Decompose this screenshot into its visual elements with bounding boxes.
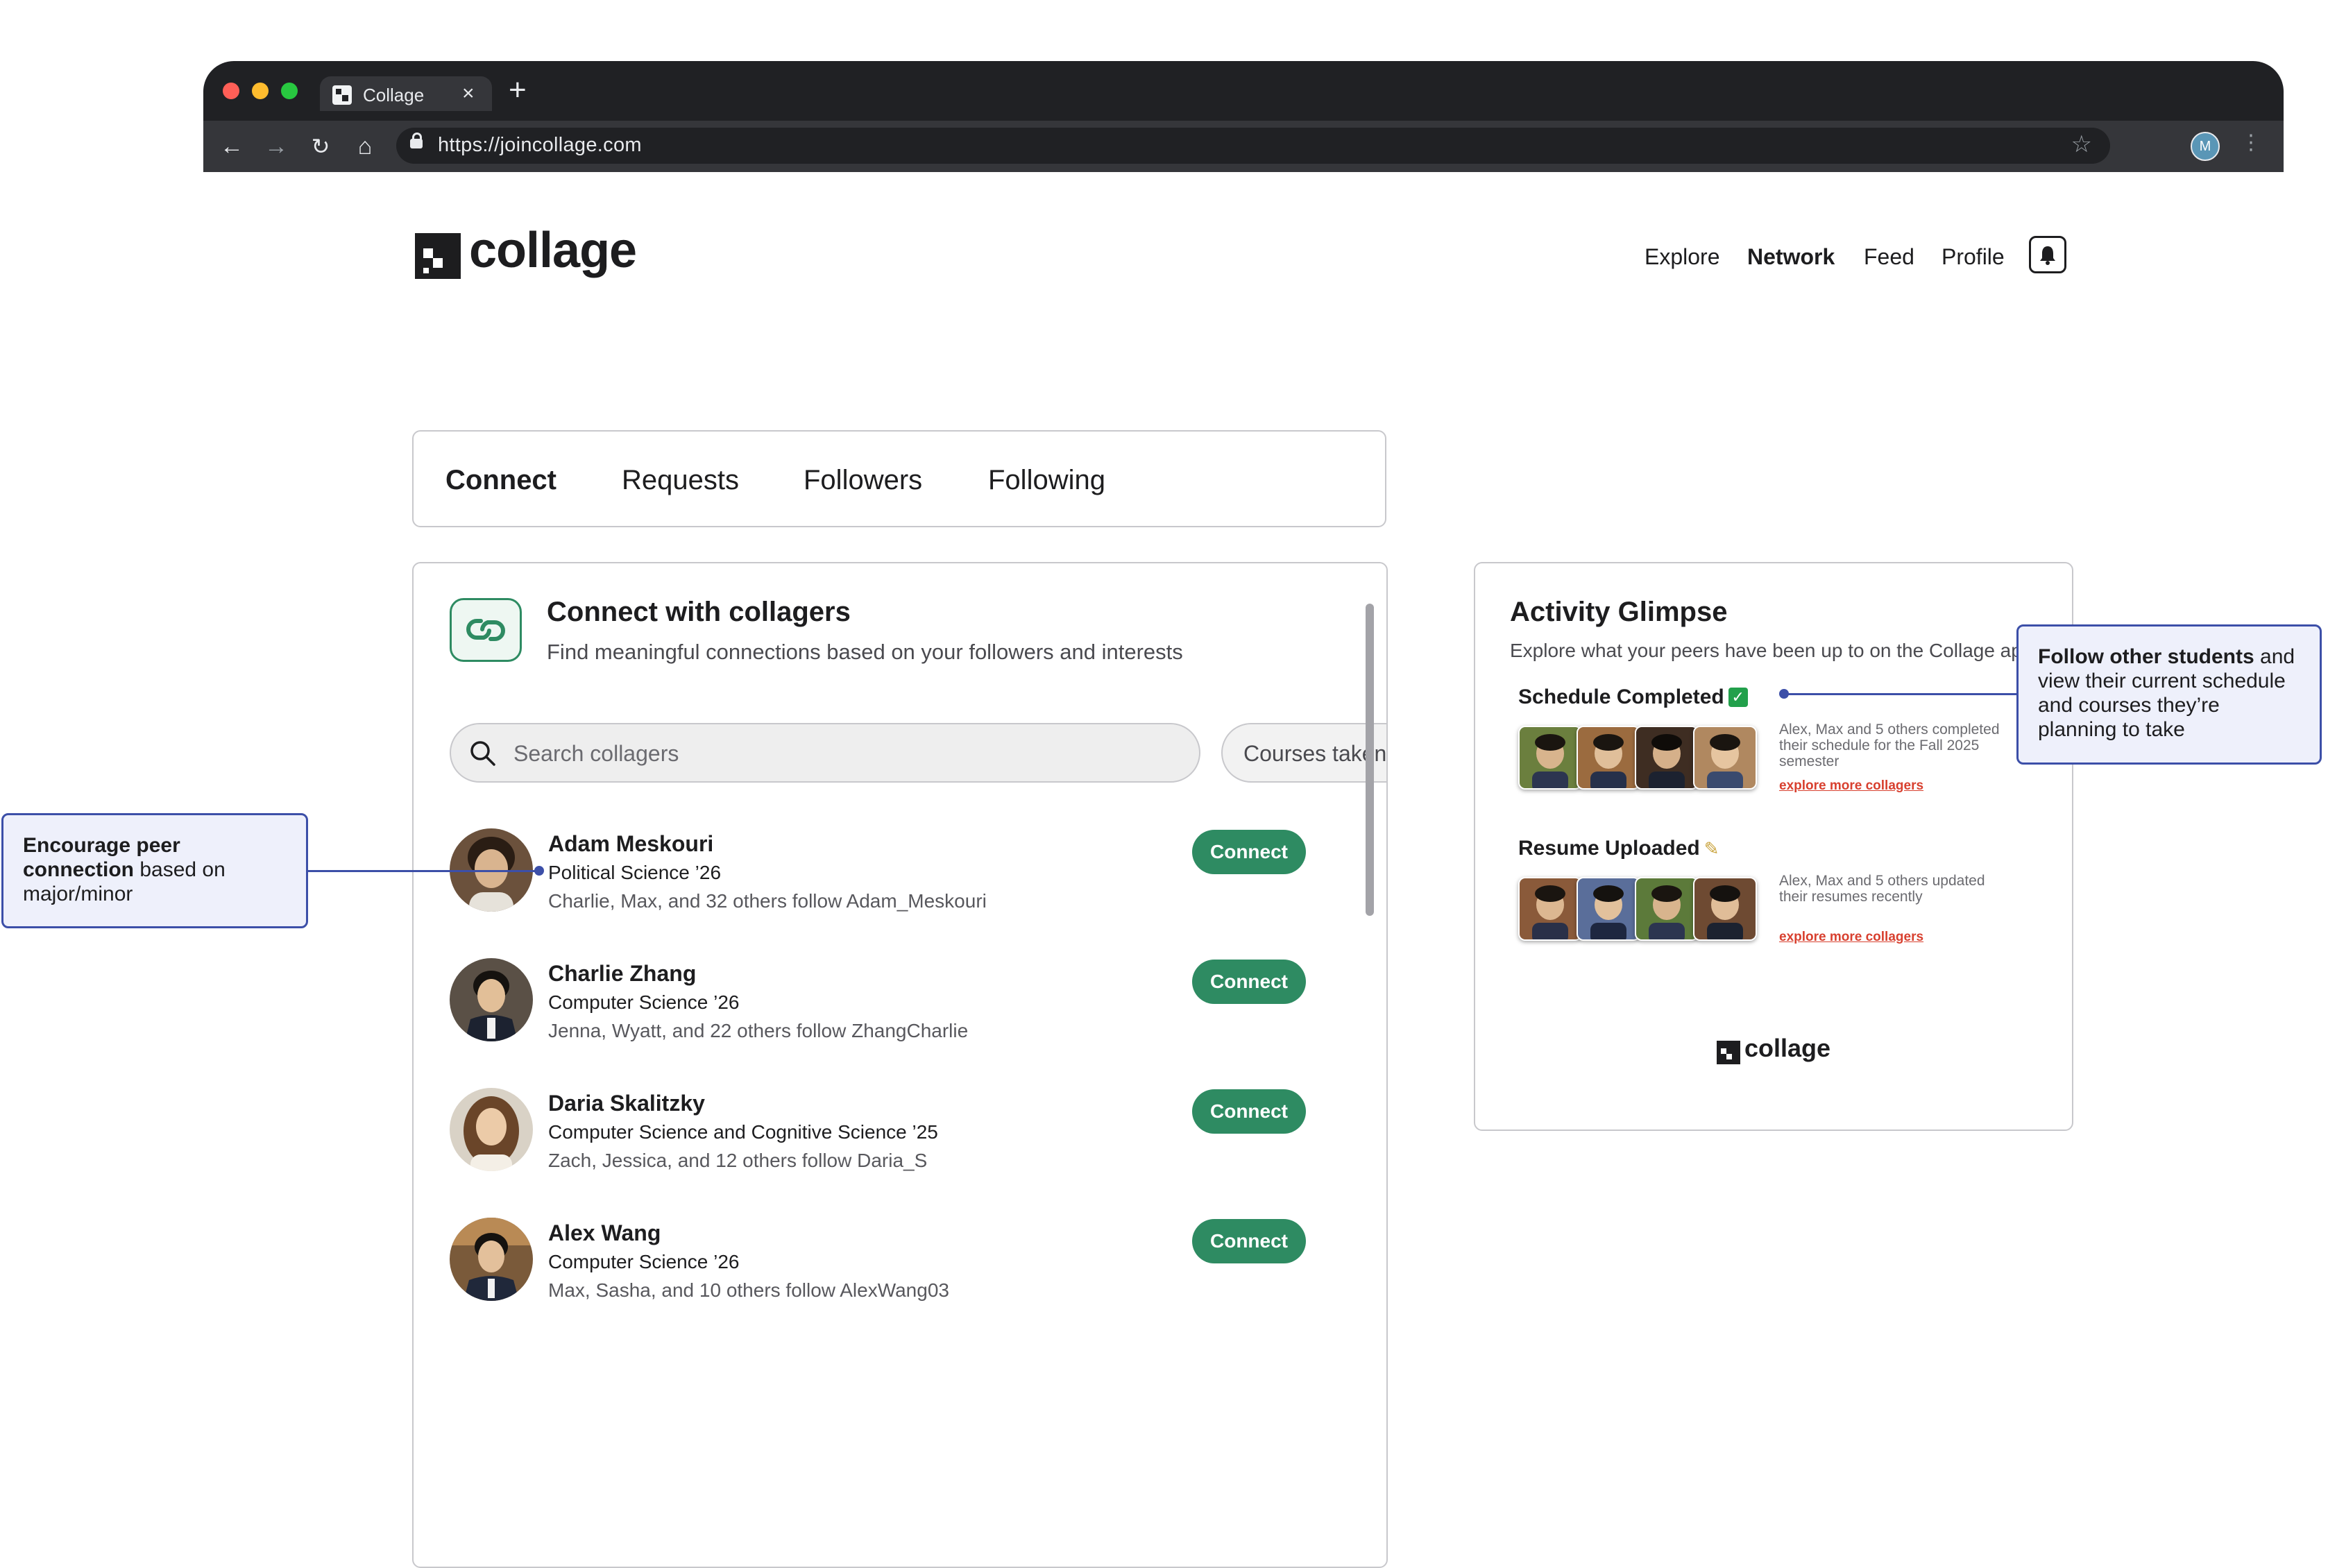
- avatar: [1518, 726, 1582, 790]
- minimize-window-button[interactable]: [252, 83, 269, 99]
- tab-title: Collage: [363, 85, 425, 105]
- tab-requests[interactable]: Requests: [622, 465, 739, 496]
- avatar[interactable]: [450, 958, 533, 1041]
- reload-icon[interactable]: ↻: [305, 130, 337, 162]
- person-name[interactable]: Adam Meskouri: [548, 831, 713, 857]
- person-name[interactable]: Alex Wang: [548, 1220, 661, 1246]
- tab-followers[interactable]: Followers: [804, 465, 922, 496]
- schedule-activity-text: Alex, Max and 5 others completed their s…: [1779, 722, 2000, 769]
- avatar: [1635, 726, 1699, 790]
- activity-subtitle: Explore what your peers have been up to …: [1510, 640, 2022, 661]
- person-major: Computer Science ’26: [548, 1251, 740, 1272]
- person-mutual-followers: Zach, Jessica, and 12 others follow Dari…: [548, 1150, 928, 1171]
- person-mutual-followers: Charlie, Max, and 32 others follow Adam_…: [548, 890, 987, 912]
- person-name[interactable]: Daria Skalitzky: [548, 1091, 705, 1116]
- connect-button[interactable]: Connect: [1192, 1219, 1306, 1263]
- search-input[interactable]: Search collagers: [450, 723, 1200, 783]
- list-item: Alex Wang Computer Science ’26 Max, Sash…: [450, 1218, 1386, 1322]
- connect-button[interactable]: Connect: [1192, 1089, 1306, 1134]
- avatar[interactable]: [450, 1088, 533, 1171]
- browser-tab[interactable]: Collage ×: [320, 76, 492, 111]
- person-mutual-followers: Jenna, Wyatt, and 22 others follow Zhang…: [548, 1020, 969, 1041]
- activity-glimpse-card: Activity Glimpse Explore what your peers…: [1474, 562, 2073, 1131]
- search-icon: [470, 741, 495, 766]
- browser-toolbar: ← → ↻ ⌂ https://joincollage.com ☆ M ⋮: [203, 121, 2284, 172]
- avatar: [1577, 726, 1640, 790]
- person-major: Political Science ’26: [548, 862, 722, 883]
- browser-menu-icon[interactable]: ⋮: [2241, 130, 2261, 155]
- list-item: Adam Meskouri Political Science ’26 Char…: [450, 828, 1386, 932]
- list-item: Charlie Zhang Computer Science ’26 Jenna…: [450, 958, 1386, 1062]
- browser-profile-avatar[interactable]: M: [2191, 132, 2220, 161]
- explore-more-link[interactable]: explore more collagers: [1779, 930, 1923, 945]
- nav-profile[interactable]: Profile: [1942, 244, 2005, 270]
- tab-following[interactable]: Following: [988, 465, 1105, 496]
- person-mutual-followers: Max, Sasha, and 10 others follow AlexWan…: [548, 1279, 949, 1301]
- resume-uploaded-heading: Resume Uploaded ✎: [1518, 837, 1719, 860]
- bookmark-star-icon[interactable]: ☆: [2071, 130, 2092, 158]
- back-icon[interactable]: ←: [216, 130, 248, 162]
- avatar: [1693, 726, 1757, 790]
- person-major: Computer Science ’26: [548, 991, 740, 1013]
- callout-connector: [1787, 693, 2016, 695]
- tab-connect[interactable]: Connect: [445, 465, 556, 496]
- maximize-window-button[interactable]: [281, 83, 298, 99]
- connect-button[interactable]: Connect: [1192, 830, 1306, 874]
- card-title: Connect with collagers: [547, 597, 851, 627]
- callout-pin: [534, 866, 544, 876]
- schedule-avatars[interactable]: [1518, 726, 1758, 792]
- browser-window: Collage × + ← → ↻ ⌂ https://joincollage.…: [203, 61, 2284, 172]
- logo-wordmark[interactable]: collage: [469, 222, 637, 279]
- lock-icon: [410, 133, 423, 148]
- nav-network[interactable]: Network: [1747, 244, 1835, 270]
- avatar: [1693, 877, 1757, 941]
- link-icon: [450, 598, 522, 662]
- address-bar[interactable]: https://joincollage.com ☆: [396, 128, 2110, 164]
- close-window-button[interactable]: [223, 83, 239, 99]
- list-item: Daria Skalitzky Computer Science and Cog…: [450, 1088, 1386, 1192]
- explore-more-link[interactable]: explore more collagers: [1779, 778, 1923, 794]
- notifications-bell-icon[interactable]: [2029, 236, 2066, 273]
- home-icon[interactable]: ⌂: [349, 130, 381, 162]
- forward-icon[interactable]: →: [260, 130, 292, 162]
- url-text: https://joincollage.com: [438, 134, 642, 156]
- resume-activity-text: Alex, Max and 5 others updated their res…: [1779, 873, 1985, 905]
- favicon-icon: [332, 85, 352, 105]
- connect-card: Connect with collagers Find meaningful c…: [412, 562, 1388, 1568]
- person-name[interactable]: Charlie Zhang: [548, 961, 696, 987]
- courses-filter-button[interactable]: Courses taken: [1221, 723, 1386, 783]
- person-major: Computer Science and Cognitive Science ’…: [548, 1121, 938, 1143]
- nav-explore[interactable]: Explore: [1645, 244, 1720, 270]
- memo-icon: ✎: [1703, 838, 1719, 859]
- collage-logo-icon[interactable]: [415, 233, 461, 279]
- footer-logo-wordmark: collage: [1744, 1034, 1831, 1062]
- avatar: [1635, 877, 1699, 941]
- card-subtitle: Find meaningful connections based on you…: [547, 640, 1183, 664]
- avatar: [1577, 877, 1640, 941]
- connect-button[interactable]: Connect: [1192, 960, 1306, 1004]
- search-placeholder: Search collagers: [513, 741, 679, 766]
- resume-avatars[interactable]: [1518, 877, 1758, 944]
- callout-pin: [1779, 689, 1789, 699]
- nav-feed[interactable]: Feed: [1864, 244, 1914, 270]
- callout-connector: [308, 870, 537, 872]
- schedule-completed-heading: Schedule Completed ✓: [1518, 685, 1748, 709]
- checkmark-icon: ✓: [1728, 688, 1748, 707]
- avatar: [1518, 877, 1582, 941]
- new-tab-icon[interactable]: +: [509, 75, 527, 105]
- collage-logo-icon: [1717, 1041, 1740, 1064]
- callout-follow-students: Follow other students and view their cur…: [2016, 624, 2322, 765]
- close-tab-icon[interactable]: ×: [462, 82, 475, 105]
- activity-title: Activity Glimpse: [1510, 597, 1728, 627]
- avatar[interactable]: [450, 1218, 533, 1301]
- network-tabs: Connect Requests Followers Following: [412, 430, 1386, 527]
- callout-peer-connection: Encourage peer connection based on major…: [1, 813, 308, 928]
